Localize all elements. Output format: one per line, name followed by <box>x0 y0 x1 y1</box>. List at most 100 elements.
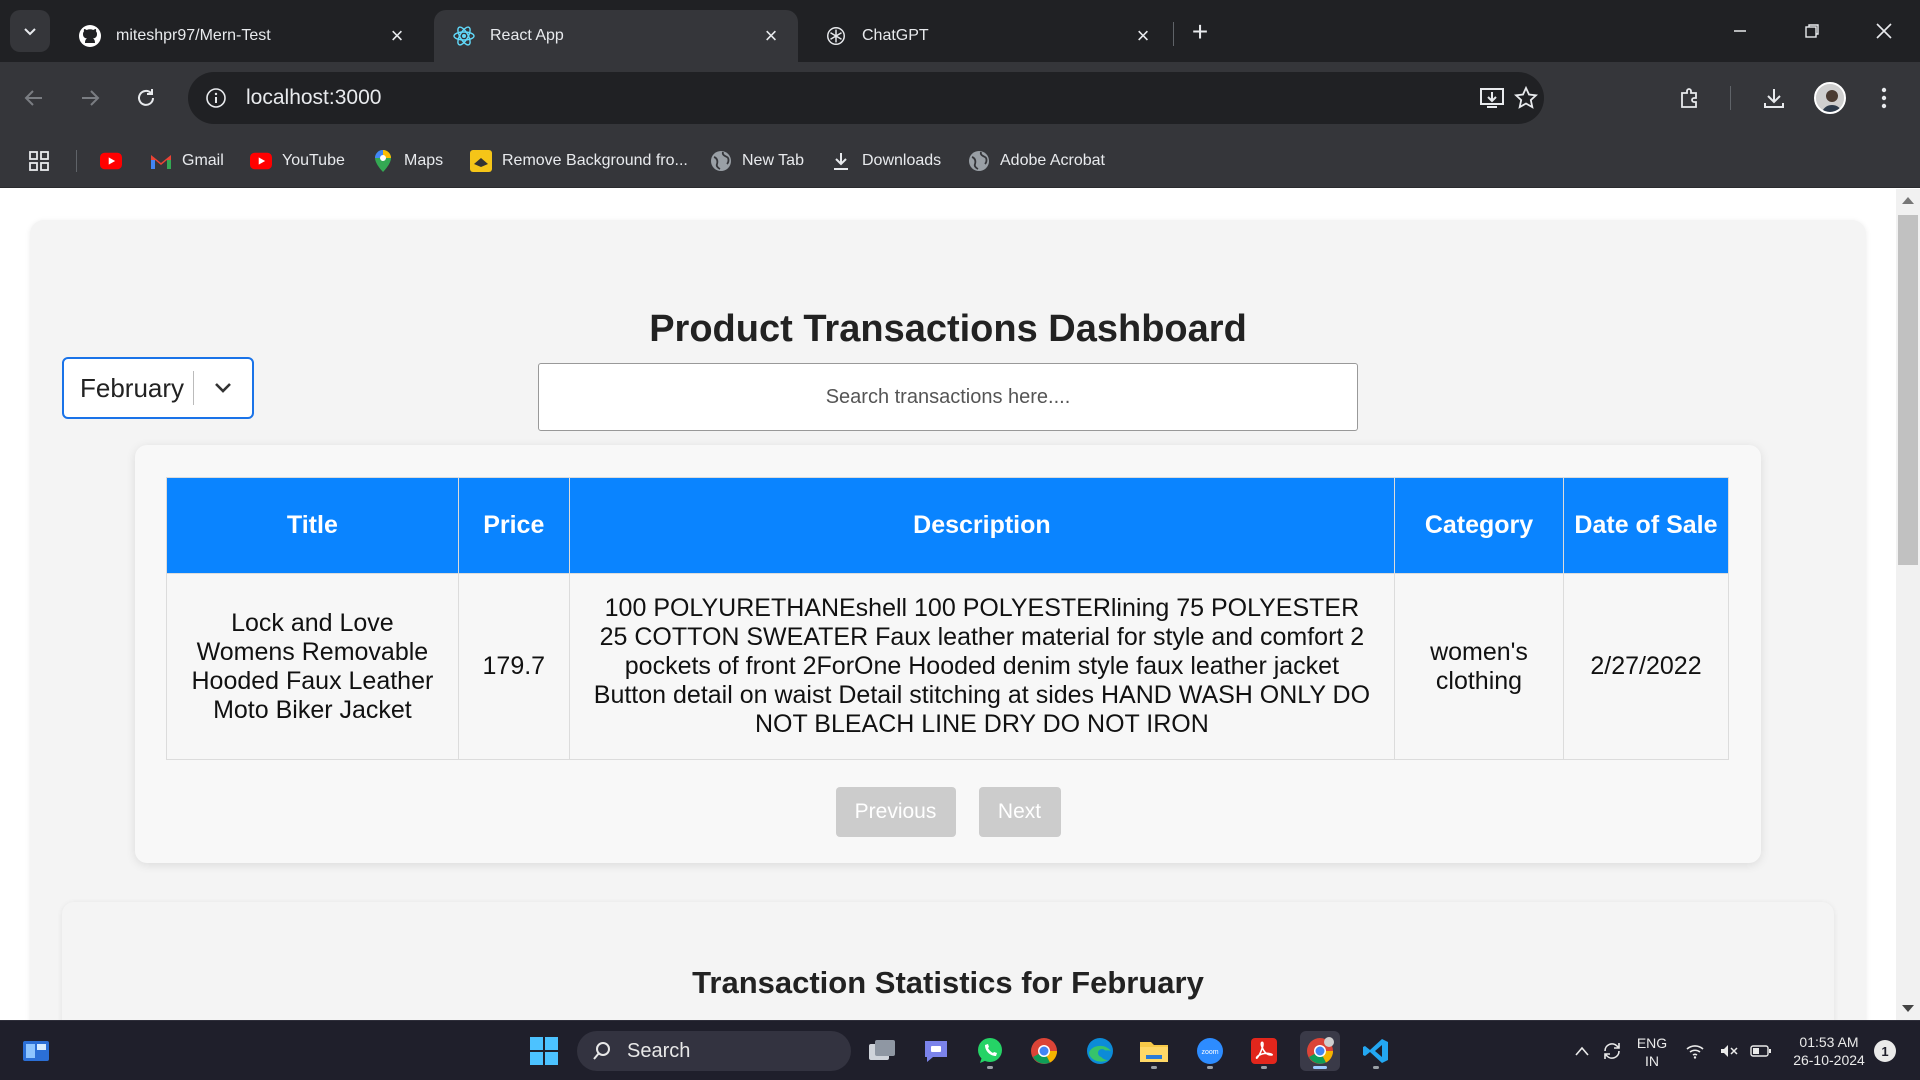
bookmark-downloads[interactable]: Downloads <box>830 148 941 174</box>
minimize-button[interactable] <box>1710 10 1770 52</box>
download-icon <box>830 150 852 172</box>
close-icon[interactable]: × <box>760 23 782 48</box>
scroll-down-icon[interactable] <box>1902 1005 1914 1012</box>
column-header-description: Description <box>568 477 1396 574</box>
vscode-icon[interactable] <box>1356 1031 1396 1071</box>
bookmarks-divider <box>76 150 77 172</box>
month-select[interactable]: February <box>62 357 254 419</box>
tab-separator <box>1173 22 1174 46</box>
whatsapp-icon[interactable] <box>970 1031 1010 1071</box>
url-text[interactable]: localhost:3000 <box>246 86 381 110</box>
bookmark-gmail[interactable]: Gmail <box>150 148 224 174</box>
running-indicator <box>1207 1066 1213 1069</box>
bookmark-maps[interactable]: Maps <box>372 148 443 174</box>
scroll-up-icon[interactable] <box>1902 197 1914 204</box>
running-indicator <box>1151 1066 1157 1069</box>
reload-button[interactable] <box>124 76 168 120</box>
start-windows-icon[interactable] <box>524 1031 564 1071</box>
arrow-right-icon <box>82 90 100 106</box>
puzzle-icon <box>1681 88 1697 108</box>
minimize-icon <box>1734 30 1746 32</box>
task-view-icon[interactable] <box>862 1031 902 1071</box>
bookmark-remove-background[interactable]: Remove Background fro... <box>470 148 688 174</box>
back-button[interactable] <box>12 76 56 120</box>
site-info-icon[interactable] <box>202 84 230 112</box>
restore-button[interactable] <box>1782 10 1842 52</box>
chrome-icon[interactable] <box>1024 1031 1064 1071</box>
forward-button[interactable] <box>68 76 112 120</box>
search-icon <box>577 1041 627 1061</box>
running-indicator <box>1313 1066 1327 1069</box>
install-app-icon[interactable] <box>1478 84 1506 112</box>
cell-title: Lock and Love Womens Removable Hooded Fa… <box>166 573 459 760</box>
cell-price: 179.7 <box>457 573 570 760</box>
tab-title: React App <box>490 27 564 44</box>
close-icon[interactable]: × <box>1132 23 1154 48</box>
close-icon[interactable]: × <box>386 23 408 48</box>
bookmark-label: YouTube <box>282 152 345 169</box>
bookmarks-bar: Gmail YouTube Maps Remove Background fro… <box>0 134 1920 188</box>
bookmark-youtube-shortcut[interactable] <box>100 148 132 174</box>
acrobat-icon[interactable] <box>1244 1031 1284 1071</box>
github-icon <box>78 24 102 48</box>
profile-button[interactable] <box>1808 76 1852 120</box>
cell-category: women's clothing <box>1394 573 1564 760</box>
clock-date: 26-10-2024 <box>1793 1052 1865 1068</box>
next-button[interactable]: Next <box>978 787 1061 837</box>
taskbar-search-label: Search <box>627 1039 691 1062</box>
apps-grid-icon <box>28 150 50 172</box>
chrome-menu-button[interactable] <box>1862 76 1906 120</box>
tab-github[interactable]: miteshpr97/Mern-Test × <box>60 10 424 62</box>
chrome-profile-icon[interactable] <box>1300 1031 1340 1071</box>
tab-react-app[interactable]: React App × <box>434 10 798 62</box>
chatgpt-icon <box>824 24 848 48</box>
running-indicator <box>1261 1066 1267 1069</box>
tab-search-button[interactable] <box>10 10 50 52</box>
tab-chatgpt[interactable]: ChatGPT × <box>806 10 1170 62</box>
notification-badge[interactable]: 1 <box>1874 1040 1896 1062</box>
close-window-button[interactable] <box>1854 10 1914 52</box>
page-scrollbar[interactable] <box>1896 189 1920 1020</box>
dashboard-card: Product Transactions Dashboard February … <box>30 220 1866 1020</box>
teams-chat-icon[interactable] <box>916 1031 956 1071</box>
file-explorer-icon[interactable] <box>1134 1031 1174 1071</box>
new-tab-button[interactable]: + <box>1182 14 1218 50</box>
column-header-date-of-sale: Date of Sale <box>1562 477 1730 574</box>
maps-icon <box>372 150 394 172</box>
chevron-down-icon[interactable] <box>194 381 252 395</box>
previous-button[interactable]: Previous <box>835 787 956 837</box>
bookmark-label: Adobe Acrobat <box>1000 152 1105 169</box>
widgets-icon[interactable] <box>16 1031 56 1071</box>
extensions-button[interactable] <box>1668 76 1712 120</box>
edge-icon[interactable] <box>1080 1031 1120 1071</box>
bookmark-star-icon[interactable] <box>1512 84 1540 112</box>
statistics-title: Transaction Statistics for February <box>692 965 1204 1000</box>
chevron-down-icon <box>24 28 36 36</box>
clock[interactable]: 01:53 AM 26-10-2024 <box>1784 1033 1874 1069</box>
youtube-icon <box>100 150 122 172</box>
search-input[interactable]: Search transactions here.... <box>538 363 1358 431</box>
windows-taskbar: Search zoom ENG IN 01:53 AM 26-10-2024 1 <box>0 1020 1920 1080</box>
zoom-icon[interactable]: zoom <box>1190 1031 1230 1071</box>
bookmark-label: Remove Background fro... <box>502 152 688 169</box>
transactions-table-card: Title Price Description Category Date of… <box>135 445 1761 863</box>
bookmark-adobe-acrobat[interactable]: Adobe Acrobat <box>968 148 1105 174</box>
battery-icon[interactable] <box>1746 1031 1776 1071</box>
apps-button[interactable] <box>28 148 60 174</box>
address-bar[interactable]: localhost:3000 <box>188 72 1544 124</box>
bookmark-youtube[interactable]: YouTube <box>250 148 345 174</box>
gmail-icon <box>150 150 172 172</box>
scrollbar-thumb[interactable] <box>1898 215 1918 565</box>
bookmark-label: Gmail <box>182 152 224 169</box>
bookmark-label: Downloads <box>862 152 942 169</box>
taskbar-search[interactable]: Search <box>577 1031 851 1071</box>
bookmark-new-tab[interactable]: New Tab <box>710 148 804 174</box>
sync-icon[interactable] <box>1592 1031 1632 1071</box>
volume-muted-icon[interactable] <box>1714 1031 1744 1071</box>
wifi-icon[interactable] <box>1680 1031 1710 1071</box>
react-icon <box>452 24 476 48</box>
language-indicator[interactable]: ENG IN <box>1632 1034 1672 1070</box>
downloads-button[interactable] <box>1752 76 1796 120</box>
bookmark-label: Maps <box>404 152 444 169</box>
page-title: Product Transactions Dashboard <box>649 308 1247 350</box>
